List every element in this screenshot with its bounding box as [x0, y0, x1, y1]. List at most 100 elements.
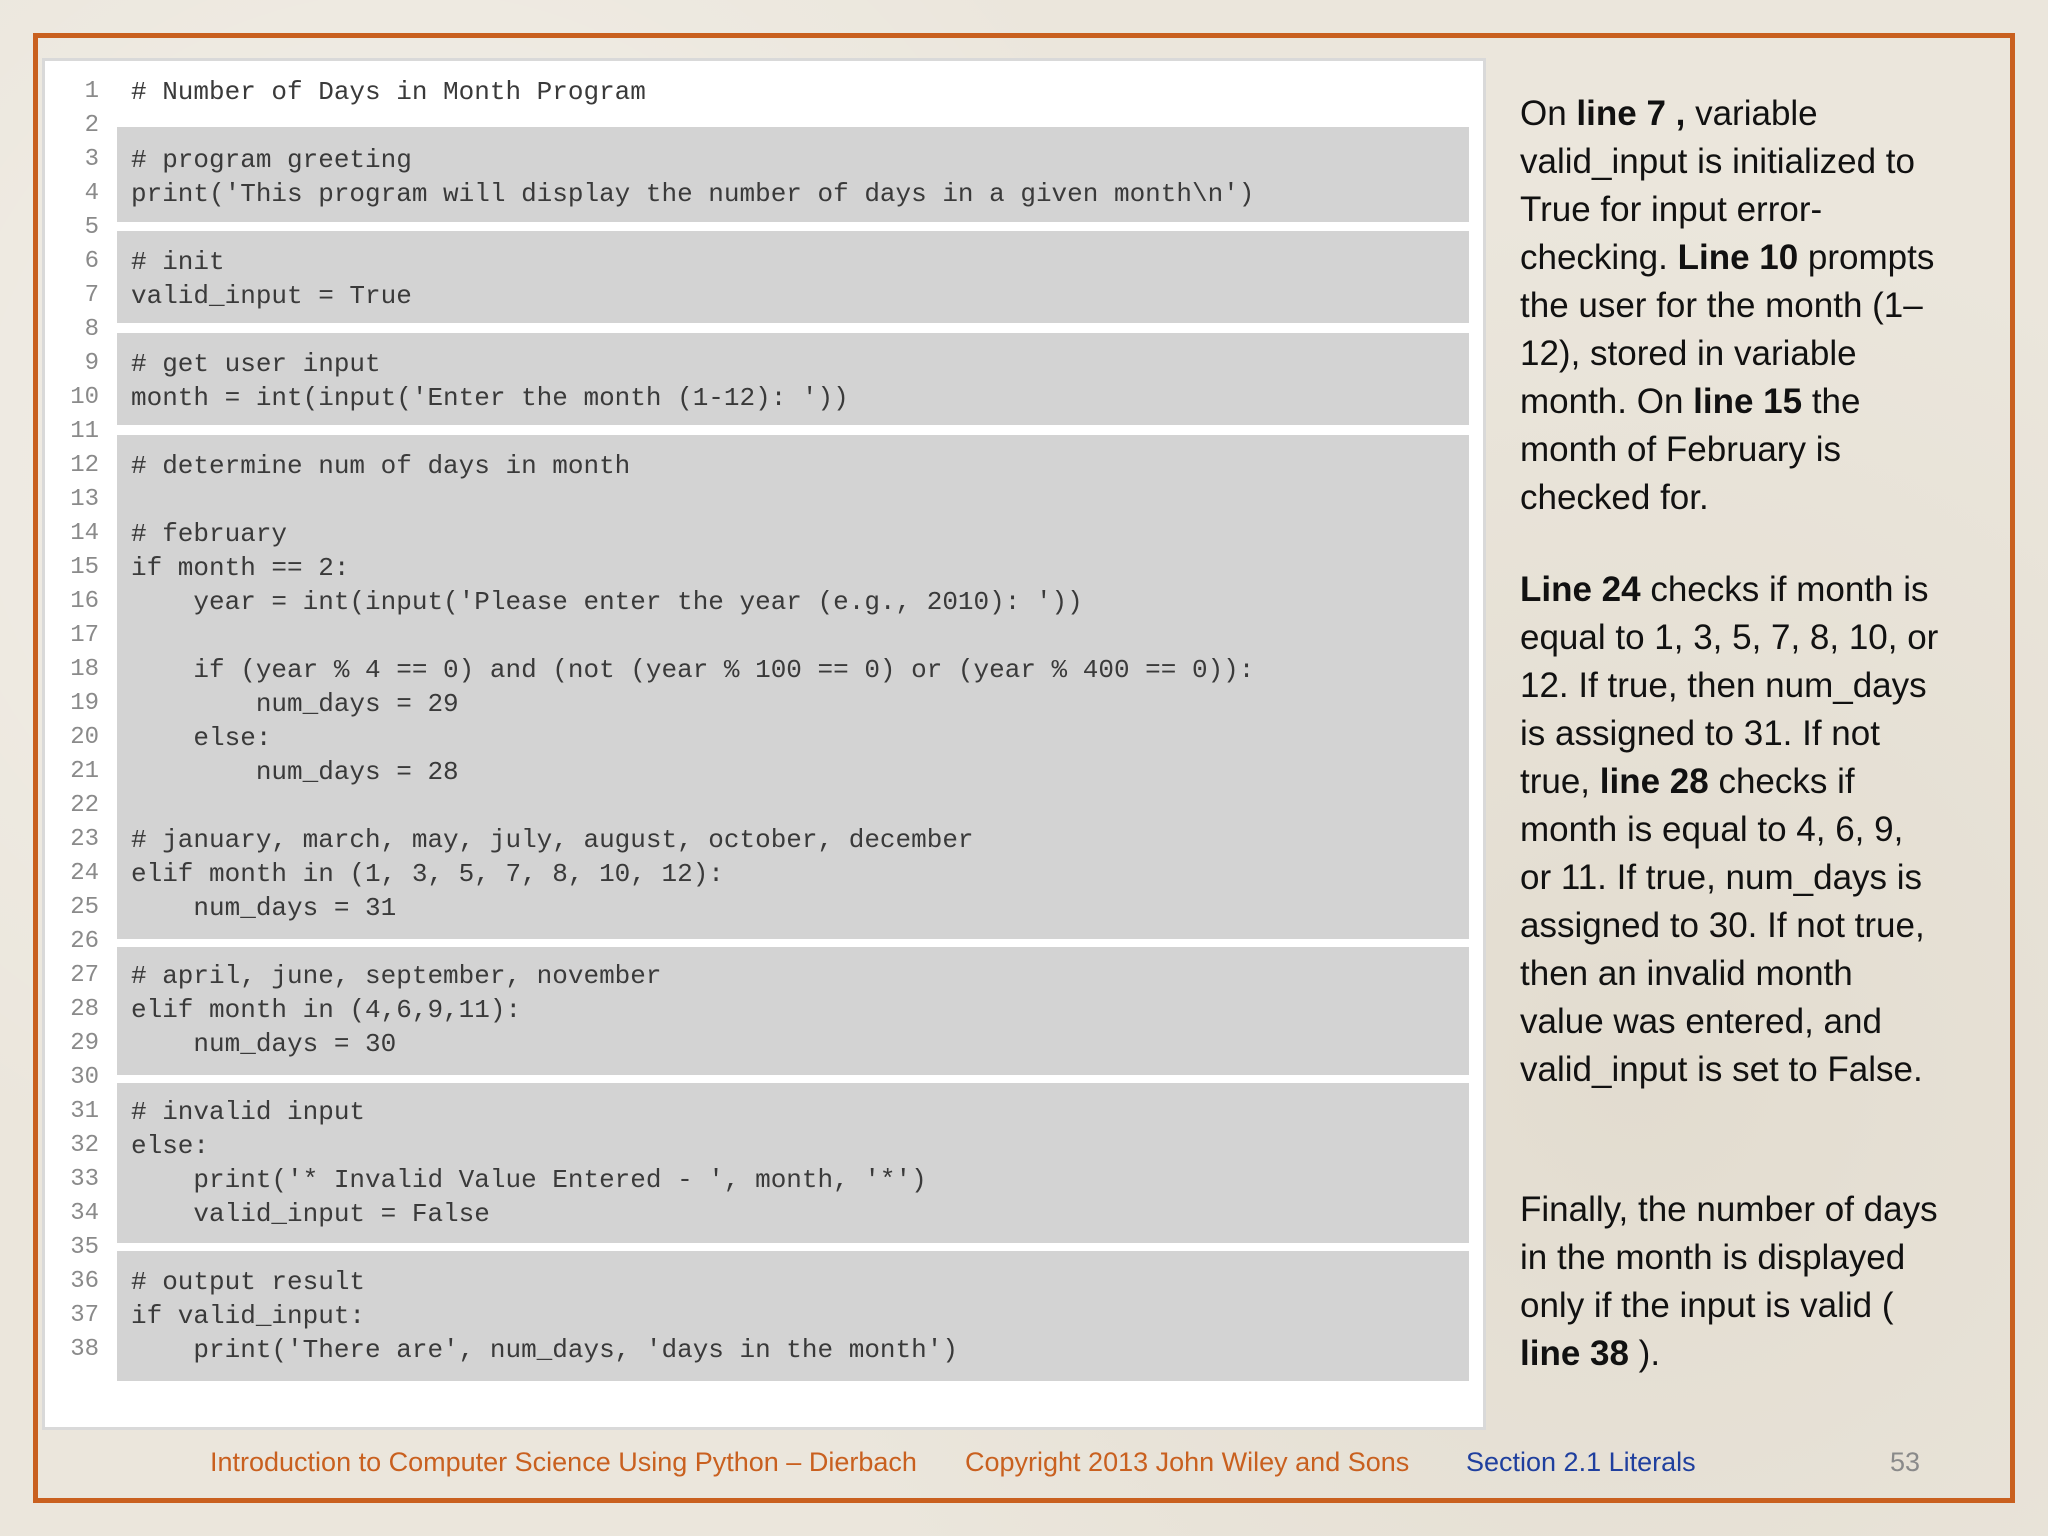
code-line: 11 [45, 415, 1485, 449]
code-text: print('* Invalid Value Entered - ', mont… [131, 1165, 927, 1195]
code-listing: 1 # Number of Days in Month Program 2 3 # pr… [42, 58, 1486, 1430]
code-line: 5 [45, 211, 1485, 245]
code-line: 20 else: [45, 721, 1485, 755]
code-text: elif month in (4,6,9,11): [131, 995, 522, 1025]
line-number: 1 [84, 78, 99, 105]
code-line: 29 num_days = 30 [45, 1027, 1485, 1061]
code-line: 38 print('There are', num_days, 'days in… [45, 1333, 1485, 1367]
line-number: 6 [84, 248, 99, 275]
line-number: 36 [70, 1268, 99, 1295]
code-text: # january, march, may, july, august, oct… [131, 825, 974, 855]
line-number: 19 [70, 690, 99, 717]
code-line: 18 if (year % 4 == 0) and (not (year % 1… [45, 653, 1485, 687]
line-number: 35 [70, 1234, 99, 1261]
code-text: month = int(input('Enter the month (1-12… [131, 383, 849, 413]
line-number: 16 [70, 588, 99, 615]
line-number: 24 [70, 860, 99, 887]
line-number: 15 [70, 554, 99, 581]
line-number: 10 [70, 384, 99, 411]
line-number: 4 [84, 180, 99, 207]
line-number: 25 [70, 894, 99, 921]
explanation-paragraph-1: On line 7 , variable valid_input is init… [1520, 94, 1935, 517]
code-line: 6 # init [45, 245, 1485, 279]
line-number: 9 [84, 350, 99, 377]
line-number: 13 [70, 486, 99, 513]
line-number: 8 [84, 316, 99, 343]
code-line: 34 valid_input = False [45, 1197, 1485, 1231]
code-text: # output result [131, 1267, 366, 1297]
code-line: 17 [45, 619, 1485, 653]
line-number: 32 [70, 1132, 99, 1159]
code-text: # determine num of days in month [131, 451, 631, 481]
code-text: # Number of Days in Month Program [131, 77, 646, 107]
footer-page-number: 53 [1890, 1447, 1921, 1477]
line-number: 17 [70, 622, 99, 649]
line-number: 7 [84, 282, 99, 309]
code-line: 12 # determine num of days in month [45, 449, 1485, 483]
code-line: 28 elif month in (4,6,9,11): [45, 993, 1485, 1027]
code-text: if month == 2: [131, 553, 350, 583]
line-number: 18 [70, 656, 99, 683]
code-line: 14 # february [45, 517, 1485, 551]
code-text: # invalid input [131, 1097, 366, 1127]
code-text: if (year % 4 == 0) and (not (year % 100 … [131, 655, 1255, 685]
code-text: # april, june, september, november [131, 961, 662, 991]
code-text: else: [131, 723, 272, 753]
line-number: 3 [84, 146, 99, 173]
line-number: 5 [84, 214, 99, 241]
line-number: 30 [70, 1064, 99, 1091]
code-text: num_days = 31 [131, 893, 397, 923]
code-line: 25 num_days = 31 [45, 891, 1485, 925]
line-number: 20 [70, 724, 99, 751]
code-text: num_days = 29 [131, 689, 459, 719]
code-text: else: [131, 1131, 210, 1161]
code-line: 21 num_days = 28 [45, 755, 1485, 789]
code-line: 2 [45, 109, 1485, 143]
code-line: 3 # program greeting [45, 143, 1485, 177]
line-number: 38 [70, 1336, 99, 1363]
code-line: 7 valid_input = True [45, 279, 1485, 313]
footer-copyright: Copyright 2013 John Wiley and Sons [965, 1447, 1410, 1477]
code-line: 22 [45, 789, 1485, 823]
line-number: 34 [70, 1200, 99, 1227]
code-text: elif month in (1, 3, 5, 7, 8, 10, 12): [131, 859, 724, 889]
line-number: 29 [70, 1030, 99, 1057]
code-line: 16 year = int(input('Please enter the ye… [45, 585, 1485, 619]
explanation-paragraph-3: Finally, the number of days in the month… [1520, 1190, 1938, 1373]
code-line: 19 num_days = 29 [45, 687, 1485, 721]
code-line: 8 [45, 313, 1485, 347]
line-number: 21 [70, 758, 99, 785]
line-number: 22 [70, 792, 99, 819]
code-text: # get user input [131, 349, 381, 379]
code-line: 15 if month == 2: [45, 551, 1485, 585]
code-line: 33 print('* Invalid Value Entered - ', m… [45, 1163, 1485, 1197]
explanation-paragraph-2: Line 24 checks if month is equal to 1, 3… [1520, 570, 1939, 1089]
code-text: num_days = 28 [131, 757, 459, 787]
code-text: valid_input = False [131, 1199, 490, 1229]
code-text: print('This program will display the num… [131, 179, 1255, 209]
code-line: 1 # Number of Days in Month Program [45, 75, 1485, 109]
code-text: # program greeting [131, 145, 412, 175]
code-line: 13 [45, 483, 1485, 517]
code-line: 27 # april, june, september, november [45, 959, 1485, 993]
code-line: 24 elif month in (1, 3, 5, 7, 8, 10, 12): [45, 857, 1485, 891]
line-number: 33 [70, 1166, 99, 1193]
line-number: 11 [70, 418, 99, 445]
line-number: 31 [70, 1098, 99, 1125]
line-number: 27 [70, 962, 99, 989]
code-line: 26 [45, 925, 1485, 959]
code-line: 23 # january, march, may, july, august, o… [45, 823, 1485, 857]
line-number: 23 [70, 826, 99, 853]
line-number: 37 [70, 1302, 99, 1329]
line-number: 2 [84, 112, 99, 139]
code-text: # february [131, 519, 288, 549]
code-text: year = int(input('Please enter the year … [131, 587, 1083, 617]
code-text: num_days = 30 [131, 1029, 397, 1059]
line-number: 26 [70, 928, 99, 955]
code-line: 10 month = int(input('Enter the month (1-… [45, 381, 1485, 415]
line-number: 28 [70, 996, 99, 1023]
code-text: if valid_input: [131, 1301, 366, 1331]
code-line: 31 # invalid input [45, 1095, 1485, 1129]
code-line: 36 # output result [45, 1265, 1485, 1299]
code-line: 35 [45, 1231, 1485, 1265]
